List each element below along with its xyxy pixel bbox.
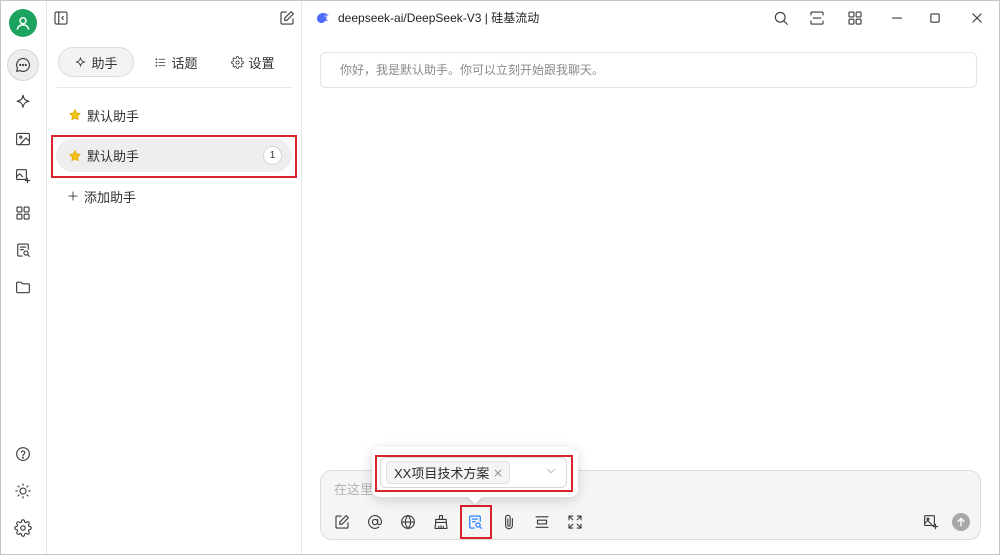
new-topic-icon (335, 515, 349, 529)
tab-assistants[interactable]: 助手 (58, 47, 134, 77)
web-search-button[interactable] (399, 513, 417, 531)
avatar[interactable] (9, 9, 37, 37)
search-button[interactable] (772, 9, 790, 27)
assistant-message: 你好，我是默认助手。你可以立刻开始跟我聊天。 (320, 52, 977, 88)
rail-agents-button[interactable] (7, 86, 39, 118)
maximize-icon (930, 13, 940, 23)
sun-icon (15, 483, 31, 499)
plus-icon (68, 191, 78, 201)
expand-height-icon (535, 516, 549, 528)
fullscreen-icon (568, 515, 582, 529)
star-icon (69, 149, 81, 161)
knowledge-tag-label: XX项目技术方案 (394, 466, 490, 481)
send-icon (957, 517, 965, 527)
knowledge-tag: XX项目技术方案 (386, 461, 511, 484)
assistant-item-selected[interactable]: 默认助手 1 (56, 139, 292, 172)
globe-icon (401, 515, 415, 529)
mini-apps-button[interactable] (846, 9, 864, 27)
sidebar-toggle-button[interactable] (52, 9, 70, 27)
mention-icon (368, 515, 382, 529)
edit-icon (280, 11, 294, 25)
list-icon (156, 57, 166, 67)
expand-input-button[interactable] (533, 513, 551, 531)
image-plus-icon (924, 515, 939, 530)
new-topic-button[interactable] (333, 513, 351, 531)
send-button[interactable] (952, 513, 970, 531)
tabs-divider (57, 87, 292, 88)
assistant-item[interactable]: 默认助手 (56, 99, 292, 131)
knowledge-base-icon (469, 515, 482, 529)
folder-icon (16, 281, 30, 294)
close-icon (972, 13, 982, 23)
narrow-mode-button[interactable] (808, 9, 826, 27)
assistant-sidebar (47, 0, 301, 555)
model-logo (315, 10, 331, 26)
layout-grid-icon (848, 11, 862, 25)
fullscreen-toggle-icon (810, 11, 824, 25)
upload-image-button[interactable] (922, 513, 940, 531)
paperclip-icon (505, 514, 513, 530)
tab-label: 话题 (171, 55, 198, 71)
minimize-icon (891, 17, 903, 19)
add-assistant-label: 添加助手 (84, 189, 137, 205)
mention-model-button[interactable] (366, 513, 384, 531)
rail-files-button[interactable] (7, 271, 39, 303)
model-title[interactable]: deepseek-ai/DeepSeek-V3 | 硅基流动 (338, 10, 539, 26)
image-icon (16, 132, 30, 146)
rail-settings-button[interactable] (7, 512, 39, 544)
tab-topics[interactable]: 话题 (152, 47, 200, 77)
rail-chat-button[interactable] (7, 49, 39, 81)
rail-paintings-button[interactable] (7, 123, 39, 155)
tag-close-icon[interactable] (493, 468, 503, 478)
icon-rail (0, 0, 47, 555)
knowledge-base-button[interactable] (466, 513, 484, 531)
gear-icon (231, 55, 245, 69)
tab-label: 助手 (91, 55, 118, 71)
tab-label: 设置 (248, 55, 275, 71)
maximize-button[interactable] (926, 9, 944, 27)
sidebar-divider (301, 0, 302, 555)
sparkle-icon (76, 56, 86, 67)
image-translate-icon (16, 169, 31, 184)
sparkle-icon (16, 94, 30, 108)
clear-context-button[interactable] (432, 513, 450, 531)
assistant-name: 默认助手 (87, 108, 140, 124)
chevron-down-icon (547, 468, 555, 474)
sidebar-toggle-icon (54, 11, 68, 25)
close-button[interactable] (968, 9, 986, 27)
chat-bubble-icon (16, 58, 30, 72)
star-icon (69, 109, 81, 121)
search-icon (774, 11, 788, 25)
document-search-icon (17, 243, 30, 257)
topic-count-badge: 1 (263, 146, 282, 165)
new-chat-button[interactable] (278, 9, 296, 27)
rail-help-button[interactable] (7, 438, 39, 470)
rail-knowledge-button[interactable] (7, 234, 39, 266)
knowledge-select-dropdown[interactable] (544, 464, 558, 478)
gear-icon (14, 519, 32, 537)
clear-broom-icon (434, 515, 448, 529)
add-assistant-button[interactable]: 添加助手 (56, 181, 292, 211)
user-icon (16, 17, 30, 30)
rail-theme-button[interactable] (7, 475, 39, 507)
help-icon (16, 447, 30, 461)
apps-grid-icon (16, 206, 30, 220)
minimize-button[interactable] (888, 9, 906, 27)
rail-apps-button[interactable] (7, 197, 39, 229)
attach-file-button[interactable] (500, 513, 518, 531)
message-text: 你好，我是默认助手。你可以立刻开始跟我聊天。 (340, 63, 605, 77)
rail-translate-button[interactable] (7, 160, 39, 192)
fullscreen-button[interactable] (566, 513, 584, 531)
assistant-name: 默认助手 (87, 149, 140, 164)
deepseek-whale-icon (317, 13, 330, 23)
tab-settings[interactable]: 设置 (229, 47, 277, 77)
